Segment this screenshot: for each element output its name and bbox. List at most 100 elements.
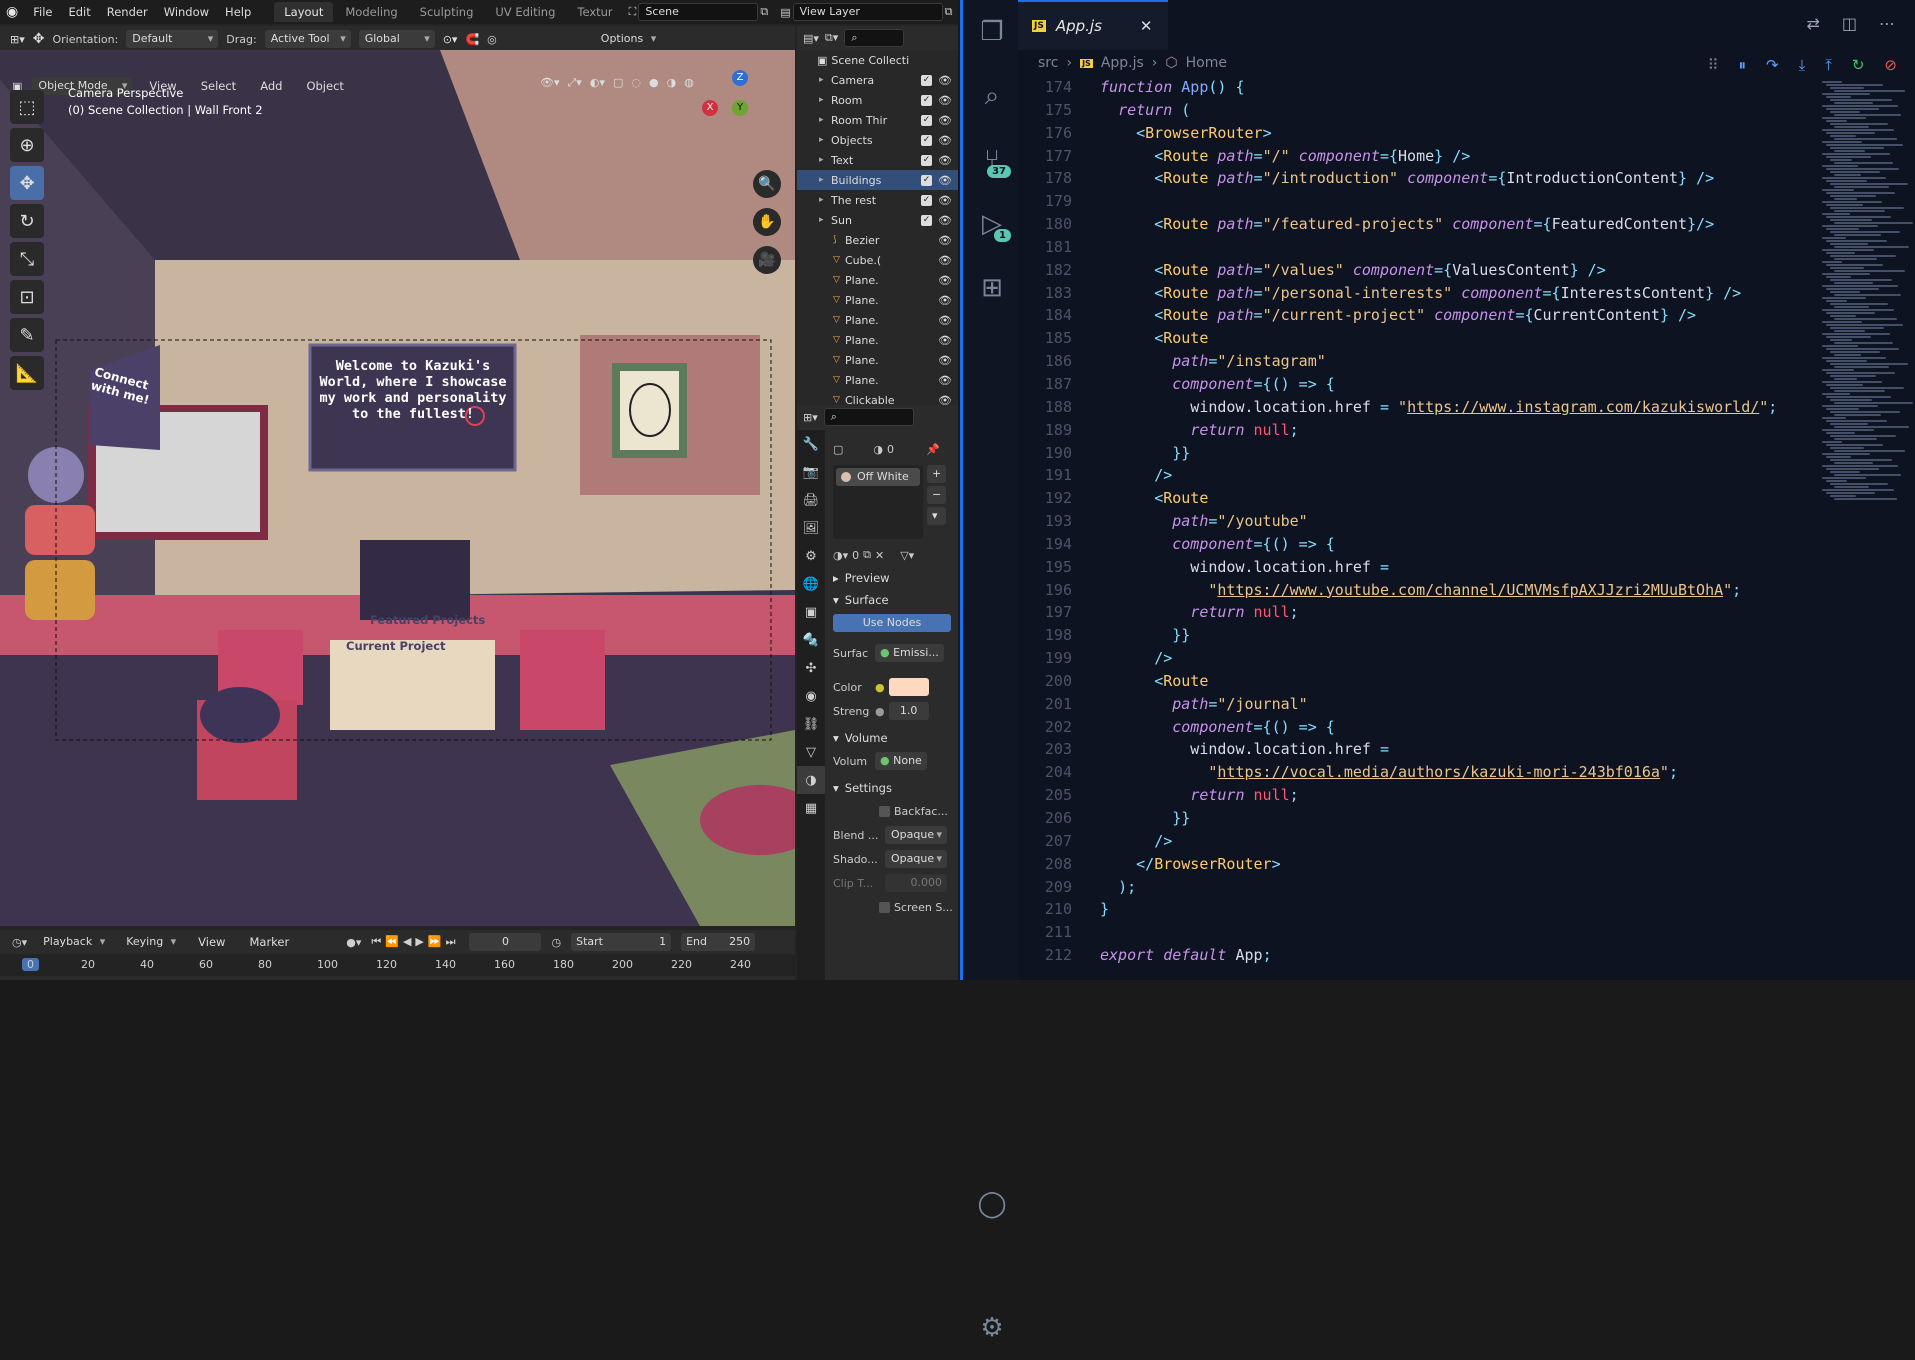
outliner-item[interactable]: ▸ Sun ✓ 👁 xyxy=(797,210,958,230)
menu-render[interactable]: Render xyxy=(100,2,155,22)
split-editor-icon[interactable]: ◫ xyxy=(1842,14,1857,33)
texture-tab-icon[interactable]: ▦ xyxy=(797,794,825,822)
slot-list-box[interactable]: Off White xyxy=(833,465,923,539)
outliner-item[interactable]: ▽ Plane. 👁 xyxy=(797,330,958,350)
tab-sculpting[interactable]: Sculpting xyxy=(410,2,484,22)
rotate-tool[interactable]: ↻ xyxy=(10,204,44,238)
settings-gear-icon[interactable]: ⚙ xyxy=(963,1296,1021,1360)
code-line[interactable]: 200 <Route xyxy=(1018,670,1818,693)
eye-icon[interactable]: 👁 xyxy=(938,134,952,147)
expand-arrow-icon[interactable]: ▸ xyxy=(819,215,831,225)
volume-section[interactable]: ▾ Volume xyxy=(829,727,958,749)
expand-arrow-icon[interactable]: ▸ xyxy=(819,155,831,165)
eye-icon[interactable]: 👁 xyxy=(938,214,952,227)
snap-icon[interactable]: 🧲 xyxy=(465,33,479,46)
outliner-editor-icon[interactable]: ▤▾ xyxy=(803,32,819,45)
outliner-item[interactable]: ▽ Plane. 👁 xyxy=(797,350,958,370)
rendered-shading-icon[interactable]: ◍ xyxy=(684,76,694,90)
expand-arrow-icon[interactable]: ▸ xyxy=(819,75,831,85)
code-line[interactable]: 205 return null; xyxy=(1018,784,1818,807)
slot-specials-button[interactable]: ▾ xyxy=(927,507,947,525)
code-line[interactable]: 191 /> xyxy=(1018,464,1818,487)
object-icon[interactable]: ▽ xyxy=(833,335,845,345)
screen-space-checkbox[interactable] xyxy=(879,901,890,913)
solid-shading-icon[interactable]: ● xyxy=(649,76,659,90)
code-editor[interactable]: 174 function App() {175 return (176 <Brow… xyxy=(1018,76,1818,980)
eye-icon[interactable]: 👁 xyxy=(938,174,952,187)
material-slot-item[interactable]: Off White xyxy=(836,468,920,486)
code-line[interactable]: 199 /> xyxy=(1018,647,1818,670)
collection-checkbox[interactable]: ✓ xyxy=(921,94,932,106)
material-tab-icon[interactable]: ◑ xyxy=(797,766,825,794)
breadcrumb-file[interactable]: App.js xyxy=(1101,55,1144,71)
transform-tool-icon[interactable]: ✥ xyxy=(33,31,45,47)
code-line[interactable]: 178 <Route path="/introduction" componen… xyxy=(1018,167,1818,190)
pan-hand-icon[interactable]: ✋ xyxy=(753,208,781,236)
drag-dropdown[interactable]: Active Tool xyxy=(264,30,351,48)
object-icon[interactable]: ▽ xyxy=(833,395,845,405)
expand-arrow-icon[interactable]: ▸ xyxy=(819,95,831,105)
physics-tab-icon[interactable]: ◉ xyxy=(797,682,825,710)
select-box-tool[interactable]: ⬚ xyxy=(10,90,44,124)
code-line[interactable]: 187 component={() => { xyxy=(1018,373,1818,396)
record-icon[interactable]: ●▾ xyxy=(346,936,361,949)
playback-controls[interactable]: ⏮⏪◀▶⏩⏭ xyxy=(371,935,459,949)
link-icon[interactable]: ▽▾ xyxy=(900,549,914,562)
breadcrumb-symbol[interactable]: Home xyxy=(1186,55,1227,71)
code-line[interactable]: 182 <Route path="/values" component={Val… xyxy=(1018,259,1818,282)
volume-field[interactable]: ● None xyxy=(875,752,927,770)
wireframe-shading-icon[interactable]: ◌ xyxy=(631,76,641,90)
transform-tool[interactable]: ⊡ xyxy=(10,280,44,314)
outliner-item[interactable]: ▸ Buildings ✓ 👁 xyxy=(797,170,958,190)
xray-icon[interactable]: ▢ xyxy=(613,76,623,90)
blend-mode-dropdown[interactable]: Opaque xyxy=(885,826,947,844)
editor-type-icon[interactable]: ⊞▾ xyxy=(10,33,25,46)
code-line[interactable]: 195 window.location.href = xyxy=(1018,556,1818,579)
outliner-item[interactable]: ▽ Plane. 👁 xyxy=(797,290,958,310)
pin-icon[interactable]: 📌 xyxy=(926,443,940,456)
strength-field[interactable]: 1.0 xyxy=(888,702,929,720)
timeline-view-menu[interactable]: View xyxy=(191,932,232,952)
source-control-icon[interactable]: ⑂ 37 xyxy=(963,128,1021,192)
eye-icon[interactable]: 👁 xyxy=(938,114,952,127)
playback-menu[interactable]: Playback xyxy=(37,933,110,951)
particles-tab-icon[interactable]: ✣ xyxy=(797,654,825,682)
code-line[interactable]: 197 return null; xyxy=(1018,601,1818,624)
eye-icon[interactable]: 👁 xyxy=(938,354,952,367)
collection-checkbox[interactable]: ✓ xyxy=(921,74,932,86)
code-line[interactable]: 183 <Route path="/personal-interests" co… xyxy=(1018,282,1818,305)
backface-checkbox[interactable] xyxy=(879,805,890,817)
view-layer-tab-icon[interactable]: 🖼 xyxy=(797,514,825,542)
tab-texture[interactable]: Textur xyxy=(567,2,622,22)
data-tab-icon[interactable]: ▽ xyxy=(797,738,825,766)
code-line[interactable]: 174 function App() { xyxy=(1018,76,1818,99)
object-icon[interactable]: ⟆ xyxy=(833,235,845,245)
code-line[interactable]: 190 }} xyxy=(1018,442,1818,465)
view-layer-new-icon[interactable]: ⧉ xyxy=(945,5,953,19)
code-line[interactable]: 175 return ( xyxy=(1018,99,1818,122)
object-icon[interactable]: ▽ xyxy=(833,315,845,325)
scene-new-icon[interactable]: ⧉ xyxy=(760,5,768,19)
overlay-icon[interactable]: ◐▾ xyxy=(590,76,605,90)
eye-icon[interactable]: 👁 xyxy=(938,94,952,107)
annotate-tool[interactable]: ✎ xyxy=(10,318,44,352)
eye-icon[interactable]: 👁 xyxy=(938,314,952,327)
use-nodes-button[interactable]: Use Nodes xyxy=(833,614,951,632)
tool-tab-icon[interactable]: 🔧 xyxy=(797,430,825,458)
output-tab-icon[interactable]: 🖨 xyxy=(797,486,825,514)
code-line[interactable]: 186 path="/instagram" xyxy=(1018,350,1818,373)
outliner-item[interactable]: ▸ Objects ✓ 👁 xyxy=(797,130,958,150)
outliner-item[interactable]: ▽ Cube.(👁 xyxy=(797,250,958,270)
search-icon[interactable]: ⌕ xyxy=(963,64,1021,128)
object-tab-icon[interactable]: ▣ xyxy=(797,598,825,626)
tab-layout[interactable]: Layout xyxy=(274,2,334,22)
new-material-icon[interactable]: ⧉ xyxy=(863,548,871,562)
tab-modeling[interactable]: Modeling xyxy=(335,2,407,22)
menu-file[interactable]: File xyxy=(26,2,59,22)
eye-icon[interactable]: 👁 xyxy=(938,274,952,287)
tab-uv-editing[interactable]: UV Editing xyxy=(485,2,565,22)
3d-viewport[interactable]: ▣ Object Mode View Select Add Object 👁▾ … xyxy=(0,50,795,926)
object-icon[interactable]: ▽ xyxy=(833,295,845,305)
code-line[interactable]: 180 <Route path="/featured-projects" com… xyxy=(1018,213,1818,236)
visibility-icon[interactable]: 👁▾ xyxy=(540,76,560,90)
